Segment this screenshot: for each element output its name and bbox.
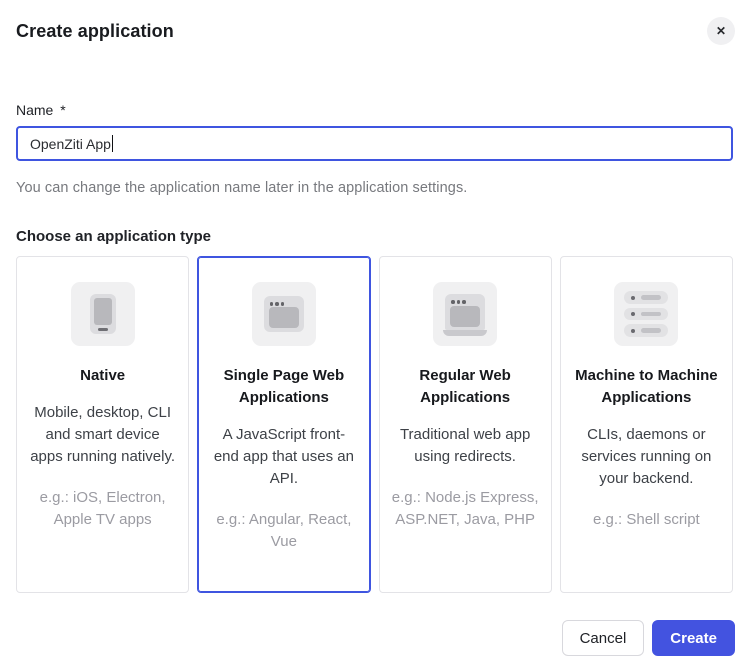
card-description: CLIs, daemons or services running on you…: [573, 424, 720, 490]
text-cursor: [112, 135, 113, 152]
modal-header: Create application ✕: [0, 0, 749, 46]
modal-footer: Cancel Create: [562, 620, 735, 656]
browser-base: [443, 330, 487, 336]
name-label-text: Name: [16, 102, 53, 118]
browser-content: [269, 307, 299, 328]
card-example: e.g.: Node.js Express, ASP.NET, Java, PH…: [392, 487, 539, 531]
close-icon: ✕: [716, 25, 726, 37]
server-stack-icon: [614, 282, 678, 346]
server-rows: [624, 291, 668, 337]
application-name-value: OpenZiti App: [30, 136, 111, 152]
cancel-button[interactable]: Cancel: [562, 620, 645, 656]
name-field-label: Name *: [16, 102, 733, 118]
card-title: Machine to Machine Applications: [573, 365, 720, 409]
card-machine-to-machine[interactable]: Machine to Machine Applications CLIs, da…: [560, 256, 733, 593]
card-description: Traditional web app using redirects.: [392, 424, 539, 468]
card-description: A JavaScript front-end app that uses an …: [210, 424, 357, 490]
card-example: e.g.: iOS, Electron, Apple TV apps: [29, 487, 176, 531]
mobile-phone-icon: [71, 282, 135, 346]
create-application-modal: Create application ✕ Name * OpenZiti App…: [0, 0, 749, 670]
server-row: [624, 291, 668, 304]
create-button[interactable]: Create: [652, 620, 735, 656]
card-regular-web[interactable]: Regular Web Applications Traditional web…: [379, 256, 552, 593]
card-title: Regular Web Applications: [392, 365, 539, 409]
browser-dots: [270, 302, 285, 306]
card-description: Mobile, desktop, CLI and smart device ap…: [29, 402, 176, 468]
browser-frame: [264, 296, 304, 332]
application-type-label: Choose an application type: [16, 228, 733, 245]
phone-homebar: [98, 328, 108, 331]
card-single-page-web[interactable]: Single Page Web Applications A JavaScrip…: [197, 256, 370, 593]
phone-body: [90, 294, 116, 334]
phone-screen: [94, 298, 112, 325]
name-helper-text: You can change the application name late…: [16, 180, 733, 196]
browser-dots: [451, 300, 466, 304]
browser-content: [450, 306, 480, 327]
browser-with-base-icon: [433, 282, 497, 346]
browser-window-icon: [252, 282, 316, 346]
server-row: [624, 308, 668, 321]
server-row: [624, 324, 668, 337]
card-title: Single Page Web Applications: [210, 365, 357, 409]
required-marker: *: [60, 102, 65, 118]
card-native[interactable]: Native Mobile, desktop, CLI and smart de…: [16, 256, 189, 593]
application-type-cards: Native Mobile, desktop, CLI and smart de…: [16, 256, 733, 593]
card-example: e.g.: Angular, React, Vue: [210, 509, 357, 553]
browser-frame: [445, 294, 485, 330]
card-example: e.g.: Shell script: [573, 509, 720, 531]
application-name-input[interactable]: OpenZiti App: [16, 126, 733, 161]
close-button[interactable]: ✕: [707, 17, 735, 45]
page-title: Create application: [16, 21, 174, 42]
card-title: Native: [29, 365, 176, 387]
